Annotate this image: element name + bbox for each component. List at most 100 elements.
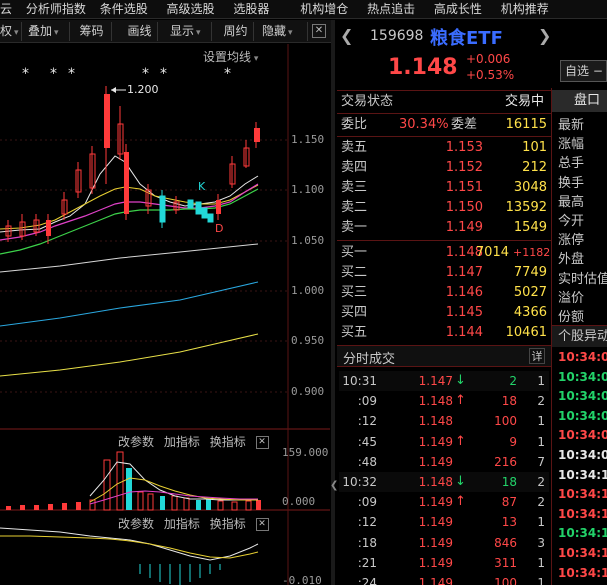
ask-row: 卖五 1.153 101: [341, 140, 547, 155]
down-arrow-icon: ↓: [455, 373, 466, 388]
alert-time[interactable]: 10:34:0: [558, 348, 607, 367]
chart-toolbar: 权 ▾ 叠加 ▾ 筹码 画线 显示 ▾ 周约 隐藏 ▾ ✕: [0, 20, 332, 43]
close-icon[interactable]: ✕: [255, 518, 269, 531]
tick-row: :21 1.149 311 1: [339, 553, 549, 573]
y-axis-label: 1.000: [291, 284, 325, 297]
tick-time: 10:32: [342, 475, 377, 489]
change-params-button[interactable]: 改参数: [118, 435, 154, 449]
alert-time[interactable]: 10:34:1: [558, 564, 607, 583]
tick-row: :09 1.148 ↑ 18 2: [339, 391, 549, 411]
stock-alerts-title: 个股异动: [552, 325, 607, 347]
display-dropdown[interactable]: 显示 ▾: [166, 22, 212, 41]
alert-time[interactable]: 10:34:0: [558, 407, 607, 426]
tick-price: 1.148: [418, 394, 453, 409]
alert-time[interactable]: 10:34:1: [558, 544, 607, 563]
period-button[interactable]: 周约: [218, 22, 254, 41]
tick-price: 1.149: [418, 535, 453, 550]
switch-indicator-button[interactable]: 换指标: [210, 435, 246, 449]
switch-indicator-button[interactable]: 换指标: [210, 517, 246, 531]
high-price-label: 1.200: [127, 83, 159, 96]
alert-time[interactable]: 10:34:1: [558, 505, 607, 524]
change-params-button[interactable]: 改参数: [118, 517, 154, 531]
panel-splitter[interactable]: [331, 20, 335, 585]
macd-indicator-bar: 改参数 加指标 换指标 ✕: [118, 515, 269, 532]
tick-time: :09: [357, 495, 377, 510]
stat-label: 外盘: [558, 252, 585, 268]
menu-item-institution-add[interactable]: 机构增仓: [278, 0, 353, 18]
tick-price: 1.149: [418, 555, 453, 570]
tick-volume: 87: [501, 495, 517, 510]
bid-row: 买三 1.146 5027: [341, 285, 547, 300]
prev-stock-icon[interactable]: ❮: [340, 26, 353, 45]
tick-time: :12: [357, 515, 377, 530]
tick-count: 2: [537, 495, 545, 510]
alert-time[interactable]: 10:34:0: [558, 426, 607, 445]
hide-dropdown[interactable]: 隐藏 ▾: [258, 22, 308, 41]
detail-button[interactable]: 详: [529, 348, 545, 364]
menu-item-analyst-index[interactable]: 分析师指数: [21, 0, 91, 18]
menu-item-advanced-picker[interactable]: 高级选股: [157, 0, 220, 18]
alert-time[interactable]: 10:34:0: [558, 446, 607, 465]
menu-item-high-growth[interactable]: 高成长性: [424, 0, 487, 18]
bid-row: 买五 1.144 10461: [341, 325, 547, 340]
ask-row: 卖一 1.149 1549: [341, 220, 547, 235]
tick-row: :24 1.149 100 1: [339, 573, 549, 585]
restore-rights-dropdown[interactable]: 权 ▾: [0, 22, 22, 41]
bid-row: 买二 1.147 7749: [341, 265, 547, 280]
ask-row: 卖四 1.152 212: [341, 160, 547, 175]
chip-button[interactable]: 筹码: [72, 22, 112, 41]
add-indicator-button[interactable]: 加指标: [164, 517, 200, 531]
tick-count: 7: [537, 454, 545, 469]
tick-count: 1: [537, 414, 545, 429]
tick-volume: 18: [501, 475, 517, 489]
stat-label: 总手: [558, 156, 585, 172]
alert-time[interactable]: 10:34:1: [558, 485, 607, 504]
menu-item-condition-picker[interactable]: 条件选股: [95, 0, 153, 18]
alert-time[interactable]: 10:34:0: [558, 387, 607, 406]
kline-chart[interactable]: [0, 44, 330, 585]
tick-price: 1.149: [418, 454, 453, 469]
tick-time: 10:31: [342, 374, 377, 388]
stock-name: 粮食ETF: [430, 28, 503, 49]
tick-price: 1.149: [418, 515, 453, 530]
alert-time[interactable]: 10:34:1: [558, 466, 607, 485]
tick-count: 1: [537, 434, 545, 449]
tick-price: 1.149: [418, 495, 453, 510]
tick-price: 1.149: [418, 434, 453, 449]
star-mark: *: [142, 66, 149, 82]
up-arrow-icon: ↑: [455, 393, 466, 409]
tick-count: 3: [537, 535, 545, 550]
next-stock-icon[interactable]: ❯: [538, 26, 551, 45]
watchlist-button[interactable]: 自选 −: [560, 60, 607, 82]
ask-row: 卖二 1.150 13592: [341, 200, 547, 215]
close-icon[interactable]: ✕: [255, 436, 269, 449]
tick-time: :12: [357, 414, 377, 429]
tick-time: :09: [357, 394, 377, 409]
menu-item[interactable]: 云: [0, 0, 17, 18]
collapse-arrow-icon[interactable]: ❮: [330, 480, 338, 491]
stat-label: 涨停: [558, 233, 585, 249]
tick-volume: 100: [494, 414, 517, 429]
dropdown-arrow-icon: ▾: [54, 28, 59, 38]
y-axis-label: 0.950: [291, 334, 325, 347]
alert-time[interactable]: 10:34:1: [558, 524, 607, 543]
stat-label: 涨幅: [558, 137, 585, 153]
draw-line-button[interactable]: 画线: [122, 22, 158, 41]
order-ratio-row: 委比 30.34% 委差 16115: [341, 117, 547, 132]
close-icon[interactable]: ✕: [312, 24, 326, 38]
macd-y-label: -0.010: [282, 574, 322, 585]
add-indicator-button[interactable]: 加指标: [164, 435, 200, 449]
overlay-dropdown[interactable]: 叠加 ▾: [24, 22, 70, 41]
menu-item-hot-track[interactable]: 热点追击: [357, 0, 420, 18]
price-change-pct: +0.53%: [466, 68, 515, 82]
down-arrow-icon: ↓: [455, 474, 466, 489]
tick-row: :18 1.149 846 3: [339, 533, 549, 553]
tick-count: 1: [537, 555, 545, 570]
tab-order-book[interactable]: 盘口: [552, 90, 607, 112]
menu-item-institution-recommend[interactable]: 机构推荐: [491, 0, 554, 18]
menu-item-stock-picker[interactable]: 选股器: [223, 0, 274, 18]
tick-volume: 216: [494, 454, 517, 469]
alert-time[interactable]: 10:34:0: [558, 368, 607, 387]
tick-row: :09 1.149 ↑ 87 2: [339, 492, 549, 512]
tick-time: :45: [357, 434, 377, 449]
